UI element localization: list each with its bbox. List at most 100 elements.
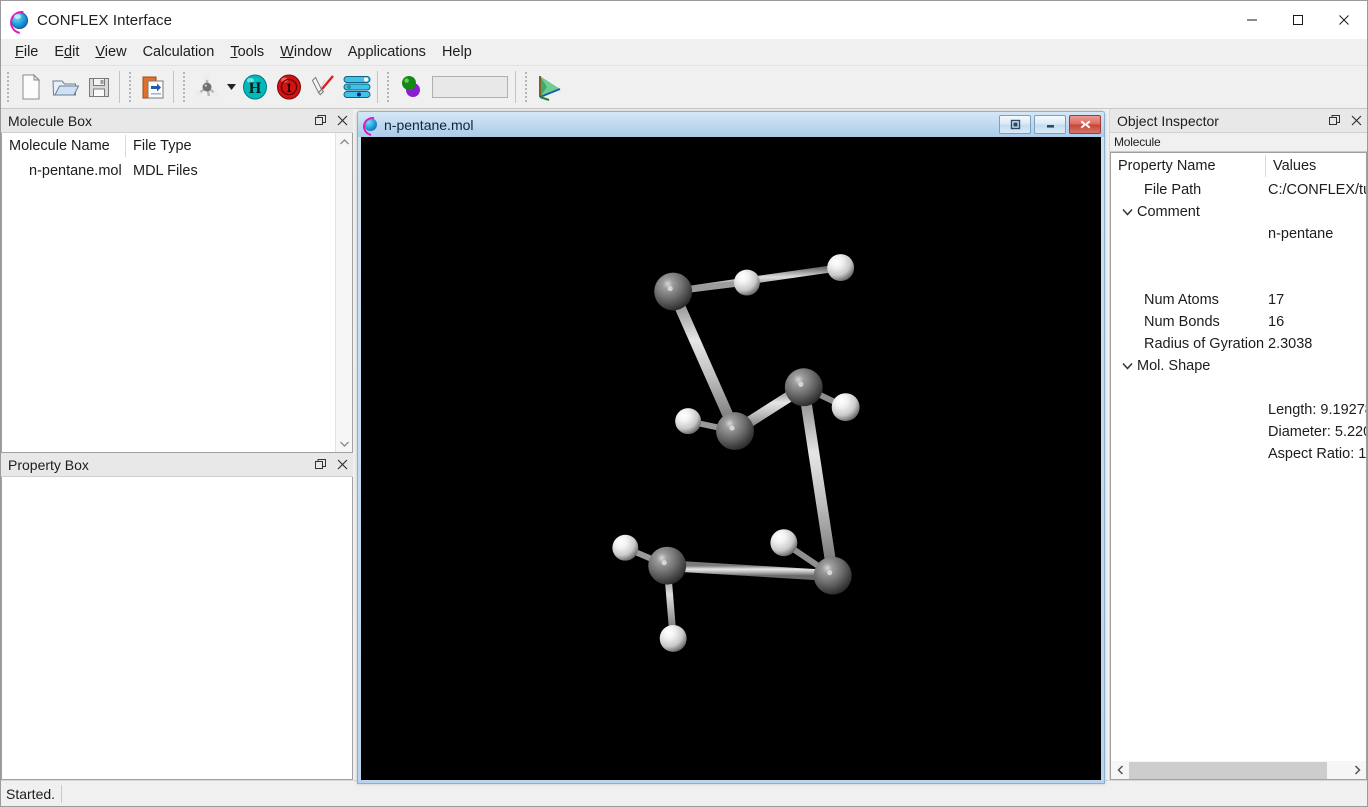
molecule-list-vertical-scrollbar[interactable] bbox=[335, 133, 352, 452]
object-inspector-horizontal-scrollbar[interactable] bbox=[1110, 761, 1367, 780]
maximize-button[interactable] bbox=[1275, 1, 1321, 39]
property-row[interactable]: Aspect Ratio: 1 bbox=[1111, 443, 1366, 465]
hydrogen-atom-icon[interactable]: H bbox=[238, 69, 272, 105]
property-row[interactable]: Mol. Shape bbox=[1111, 355, 1366, 377]
save-floppy-icon[interactable] bbox=[82, 69, 116, 105]
toolbar-grip[interactable] bbox=[4, 72, 12, 102]
menu-file[interactable]: File bbox=[7, 41, 46, 64]
menu-applications[interactable]: Applications bbox=[340, 41, 434, 64]
molecule-model-icon[interactable] bbox=[190, 69, 224, 105]
scrollbar-thumb[interactable] bbox=[1129, 761, 1327, 779]
window-title: CONFLEX Interface bbox=[37, 11, 173, 29]
scrollbar-track[interactable] bbox=[336, 150, 352, 435]
property-row[interactable]: Comment bbox=[1111, 201, 1366, 223]
toolbar-grip[interactable] bbox=[522, 72, 530, 102]
axes-cone-icon[interactable] bbox=[532, 69, 566, 105]
property-value-cell: 2.3038 bbox=[1268, 336, 1313, 352]
property-box-close-button[interactable] bbox=[331, 454, 353, 476]
viewport-background bbox=[361, 137, 1101, 780]
toolbar-combo-input[interactable] bbox=[432, 76, 508, 98]
molecule-list-header: Molecule Name File Type bbox=[2, 133, 335, 159]
object-inspector-panel: Object Inspector Molecule Property Name … bbox=[1109, 109, 1367, 780]
property-row[interactable]: Diameter: 5.2206 bbox=[1111, 421, 1366, 443]
menu-view[interactable]: View bbox=[87, 41, 134, 64]
property-value-cell: Length: 9.19278 bbox=[1268, 402, 1366, 418]
property-box-body[interactable] bbox=[1, 477, 353, 780]
property-box-float-button[interactable] bbox=[309, 454, 331, 476]
molecule-list[interactable]: Molecule Name File Type n-pentane.mol MD… bbox=[2, 133, 335, 452]
mdi-window-controls bbox=[999, 115, 1101, 134]
toolbar-grip[interactable] bbox=[180, 72, 188, 102]
menu-help[interactable]: Help bbox=[434, 41, 480, 64]
open-folder-icon[interactable] bbox=[48, 69, 82, 105]
cell-molecule-name: n-pentane.mol bbox=[29, 163, 122, 179]
layers-list-icon[interactable] bbox=[340, 69, 374, 105]
chevron-down-icon[interactable] bbox=[1117, 362, 1137, 370]
window-controls bbox=[1229, 1, 1367, 39]
scroll-right-icon[interactable] bbox=[1348, 762, 1366, 779]
toolbar-grip[interactable] bbox=[384, 72, 392, 102]
toolbar-grip[interactable] bbox=[126, 72, 134, 102]
property-name-cell: File Path bbox=[1111, 182, 1266, 198]
mdi-close-button[interactable] bbox=[1069, 115, 1101, 134]
property-label: Num Atoms bbox=[1144, 292, 1219, 308]
body-area: Molecule Box Molecule Name File Type n-p… bbox=[1, 109, 1367, 784]
property-row[interactable]: File Path C:/CONFLEX/tu bbox=[1111, 179, 1366, 201]
cell-file-type: MDL Files bbox=[133, 163, 198, 179]
property-box-title: Property Box bbox=[8, 456, 89, 473]
svg-text:1: 1 bbox=[286, 80, 293, 95]
object-inspector-table-header: Property Name Values bbox=[1111, 153, 1366, 179]
object-inspector-float-button[interactable] bbox=[1323, 110, 1345, 132]
menu-tools[interactable]: Tools bbox=[222, 41, 272, 64]
menu-calculation[interactable]: Calculation bbox=[135, 41, 223, 64]
import-export-icon[interactable] bbox=[136, 69, 170, 105]
column-header-property-name[interactable]: Property Name bbox=[1111, 154, 1266, 177]
property-label: Comment bbox=[1137, 204, 1200, 220]
spacer-row bbox=[1111, 377, 1366, 399]
property-value-cell: 17 bbox=[1268, 292, 1285, 308]
new-file-icon[interactable] bbox=[14, 69, 48, 105]
property-row[interactable]: Num Atoms 17 bbox=[1111, 289, 1366, 311]
chevron-down-icon[interactable] bbox=[1117, 208, 1137, 216]
measure-pen-icon[interactable] bbox=[306, 69, 340, 105]
molecule-box-float-button[interactable] bbox=[309, 110, 331, 132]
column-header-values[interactable]: Values bbox=[1266, 155, 1366, 177]
scroll-up-icon[interactable] bbox=[336, 133, 352, 150]
mdi-area: n-pentane.mol bbox=[353, 109, 1109, 784]
object-inspector-subheader: Molecule bbox=[1110, 133, 1367, 152]
atom-number-icon[interactable]: 1 bbox=[272, 69, 306, 105]
property-row[interactable]: Num Bonds 16 bbox=[1111, 311, 1366, 333]
property-value-cell: Diameter: 5.2206 bbox=[1268, 424, 1366, 440]
chevron-down-icon[interactable] bbox=[224, 69, 238, 105]
mdi-restore-button[interactable] bbox=[999, 115, 1031, 134]
conflex-logo-icon bbox=[11, 11, 28, 29]
property-name-cell: Comment bbox=[1111, 204, 1266, 220]
object-inspector-table[interactable]: Property Name Values File Path C:/CONFLE… bbox=[1110, 152, 1367, 761]
property-label: Mol. Shape bbox=[1137, 358, 1211, 374]
spacer-row bbox=[1111, 245, 1366, 267]
scroll-down-icon[interactable] bbox=[336, 435, 352, 452]
molecule-3d-viewport[interactable] bbox=[361, 137, 1101, 780]
table-row[interactable]: n-pentane.mol MDL Files bbox=[2, 159, 335, 183]
molecule-box-close-button[interactable] bbox=[331, 110, 353, 132]
scroll-left-icon[interactable] bbox=[1111, 762, 1129, 779]
color-spheres-icon[interactable] bbox=[394, 69, 428, 105]
minimize-button[interactable] bbox=[1229, 1, 1275, 39]
mdi-minimize-button[interactable] bbox=[1034, 115, 1066, 134]
property-name-cell: Num Atoms bbox=[1111, 292, 1266, 308]
property-name-cell: Num Bonds bbox=[1111, 314, 1266, 330]
close-button[interactable] bbox=[1321, 1, 1367, 39]
menu-window[interactable]: Window bbox=[272, 41, 340, 64]
statusbar-divider bbox=[61, 784, 63, 803]
property-row[interactable]: Length: 9.19278 bbox=[1111, 399, 1366, 421]
menu-edit[interactable]: Edit bbox=[46, 41, 87, 64]
object-inspector-close-button[interactable] bbox=[1345, 110, 1367, 132]
column-header-molecule-name[interactable]: Molecule Name bbox=[2, 134, 126, 157]
toolbar-separator bbox=[377, 71, 378, 103]
property-row[interactable]: n-pentane bbox=[1111, 223, 1366, 245]
property-row[interactable]: Radius of Gyration 2.3038 bbox=[1111, 333, 1366, 355]
molecule-box-title: Molecule Box bbox=[8, 112, 93, 129]
property-label: Radius of Gyration bbox=[1144, 336, 1265, 352]
column-header-file-type[interactable]: File Type bbox=[126, 135, 335, 157]
mdi-titlebar: n-pentane.mol bbox=[358, 112, 1104, 137]
